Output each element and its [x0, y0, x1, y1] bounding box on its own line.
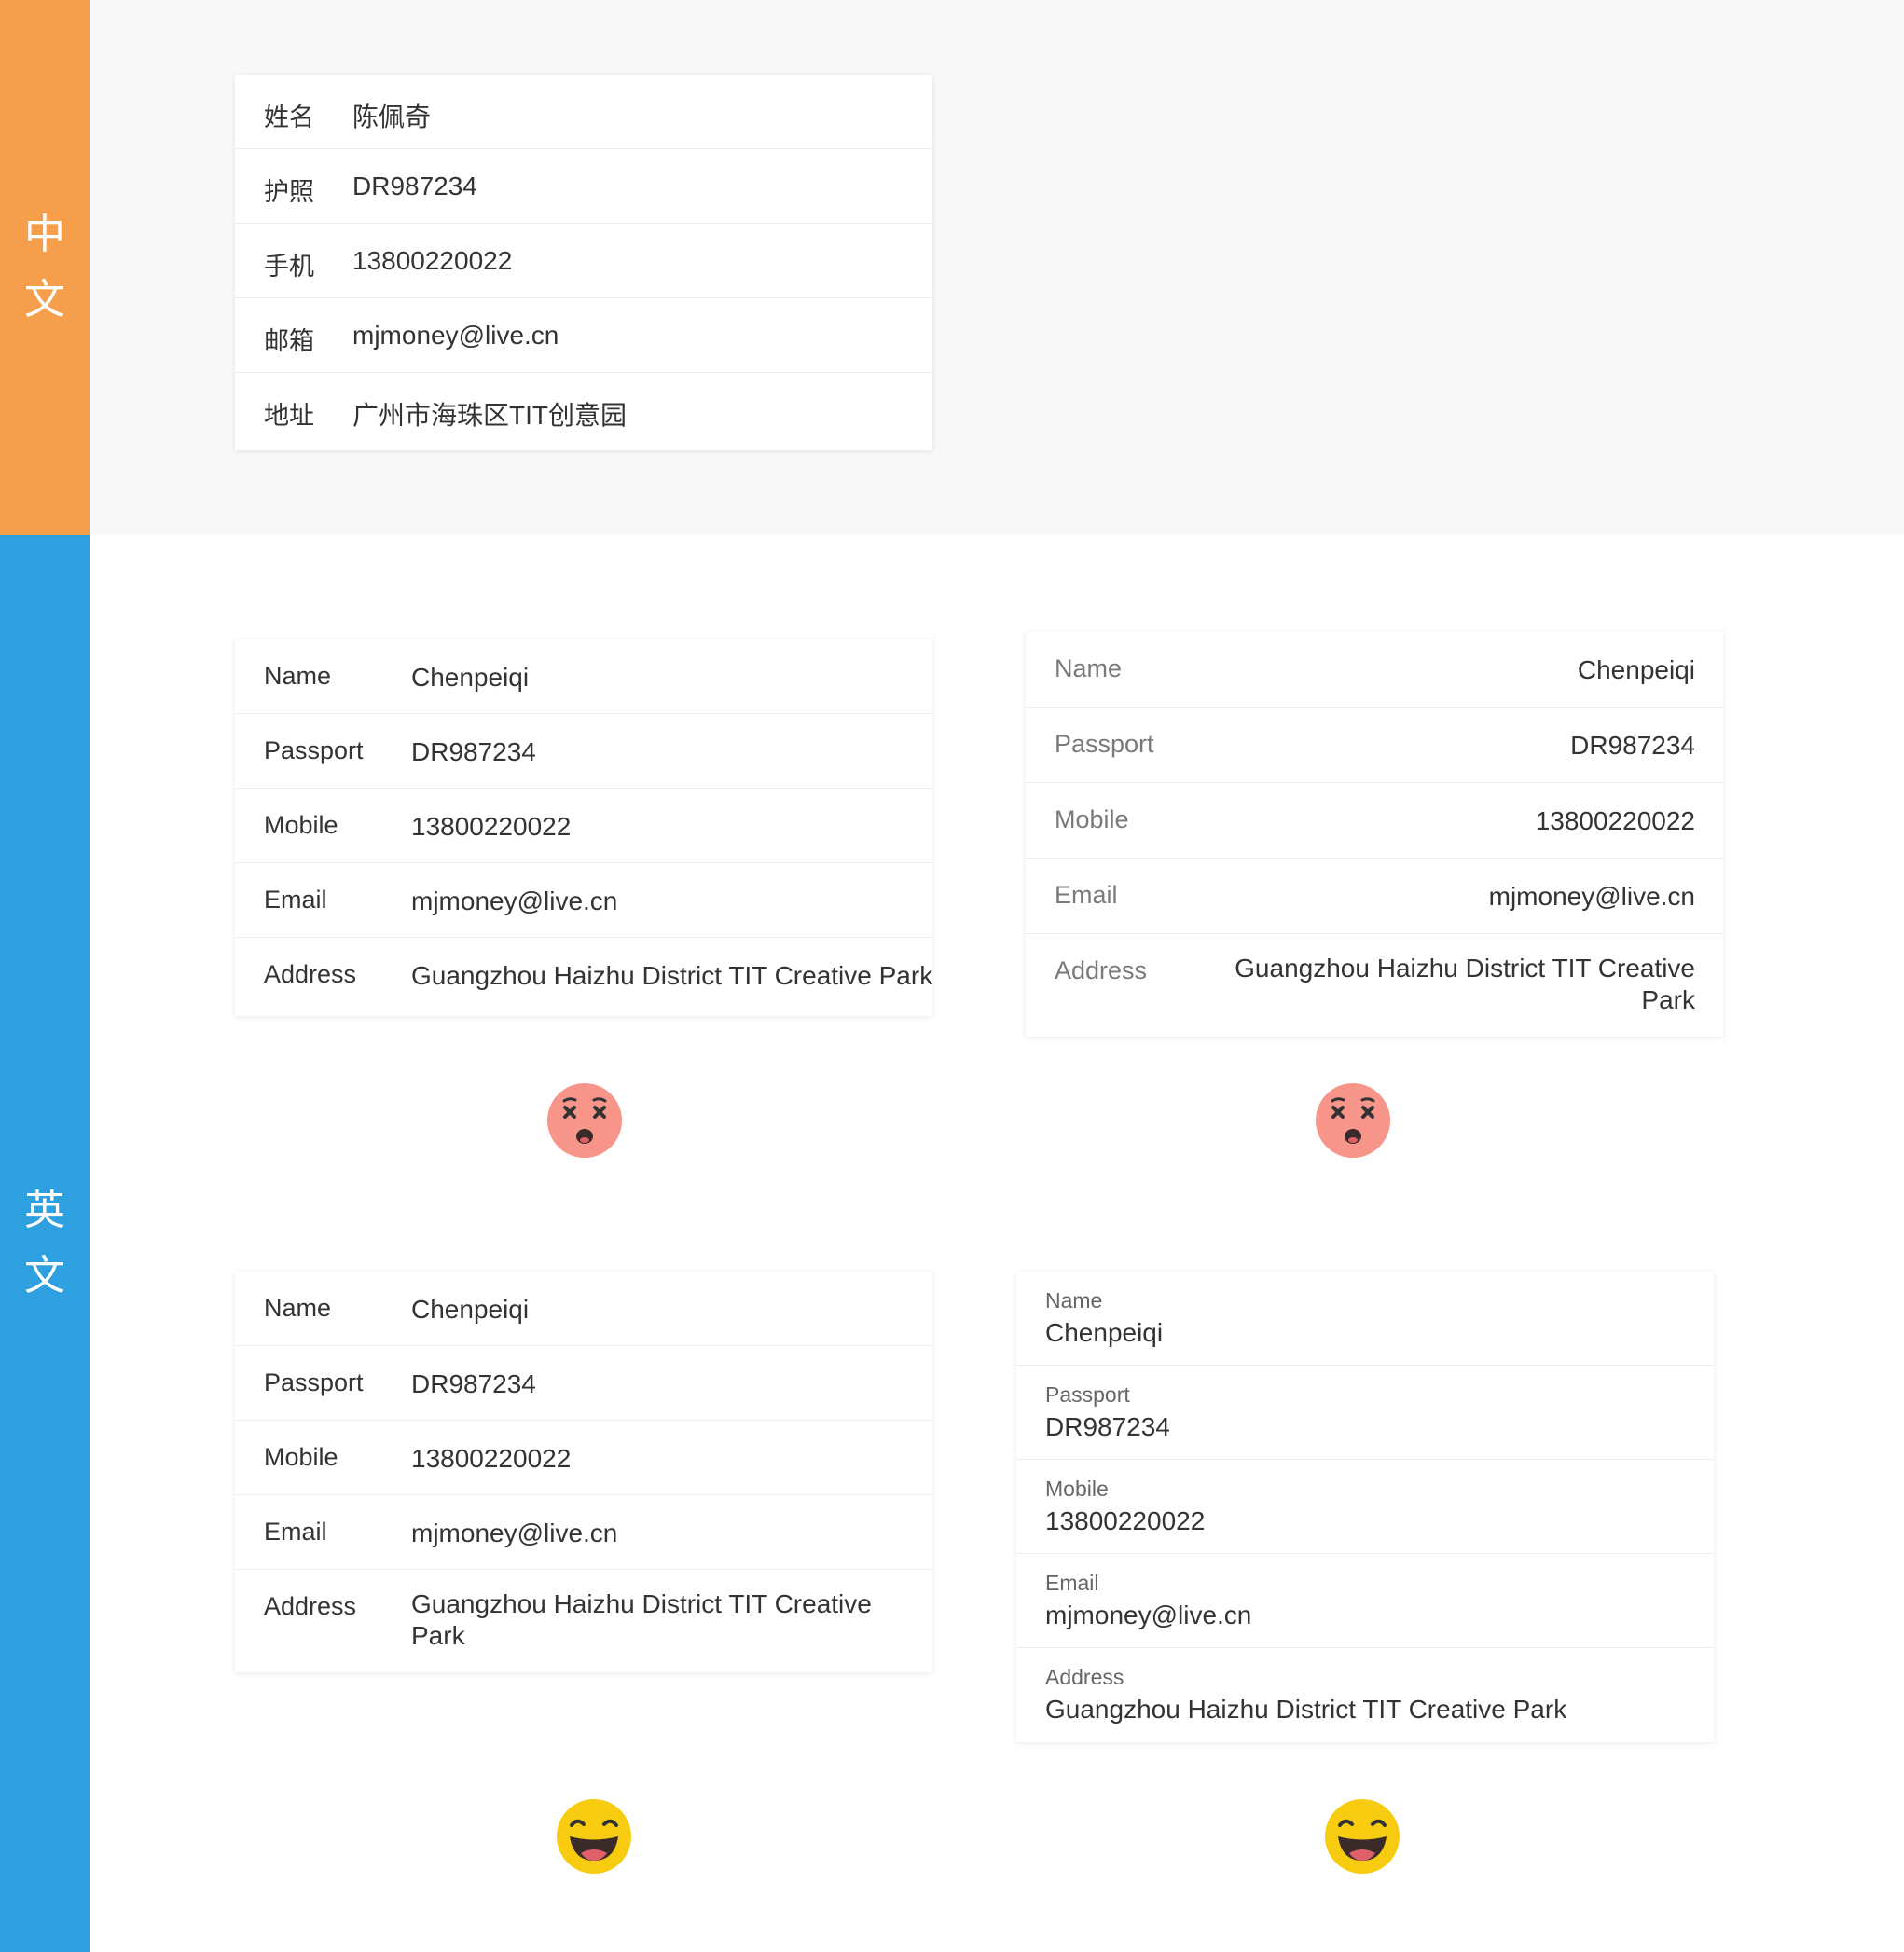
row-label: Passport — [1055, 730, 1154, 758]
row-label: Mobile — [264, 1443, 338, 1471]
row-label: Name — [264, 662, 332, 690]
row-value: 13800220022 — [411, 1444, 572, 1473]
row-value: 13800220022 — [411, 812, 572, 841]
row-label: 护照 — [264, 178, 314, 206]
info-row-email: Email mjmoney@live.cn — [235, 863, 932, 938]
row-value: DR987234 — [411, 1369, 536, 1398]
row-label: Email — [1055, 881, 1118, 909]
info-row-name: 姓名 陈佩奇 — [235, 75, 932, 149]
row-label: Address — [264, 960, 357, 988]
row-label: Email — [264, 886, 327, 914]
row-value: 陈佩奇 — [352, 103, 432, 131]
english-sidebar: 英文 — [0, 535, 90, 1952]
grinning-face-icon — [1325, 1799, 1400, 1874]
row-value: DR987234 — [1045, 1412, 1170, 1441]
row-label: Passport — [1045, 1382, 1130, 1407]
info-row-name: Name Chenpeiqi — [1026, 632, 1723, 708]
emoji-face — [547, 1083, 622, 1158]
row-value: 13800220022 — [352, 246, 513, 275]
info-row-email: Email mjmoney@live.cn — [1016, 1554, 1714, 1648]
info-row-passport: Passport DR987234 — [1026, 708, 1723, 783]
info-row-address: Address Guangzhou Haizhu District TIT Cr… — [235, 938, 932, 1012]
row-label: Name — [1055, 654, 1123, 682]
english-card-stacked: Name Chenpeiqi Passport DR987234 Mobile … — [1016, 1272, 1714, 1742]
row-value: Guangzhou Haizhu District TIT Creative P… — [411, 1589, 872, 1650]
row-value: DR987234 — [352, 172, 477, 200]
row-value: Chenpeiqi — [1577, 655, 1695, 684]
info-row-address: Address Guangzhou Haizhu District TIT Cr… — [1026, 934, 1723, 1037]
grinning-face-icon — [557, 1799, 631, 1874]
info-row-email: 邮箱 mjmoney@live.cn — [235, 298, 932, 373]
row-label: Address — [1055, 956, 1148, 984]
row-label: Name — [1045, 1288, 1103, 1313]
chinese-sidebar: 中文 — [0, 0, 90, 535]
english-section: 英文 Name Chenpeiqi Passport DR987234 Mobi… — [0, 535, 1904, 1952]
row-label: Address — [1045, 1665, 1124, 1689]
info-row-name: Name Chenpeiqi — [235, 1272, 932, 1346]
info-row-passport: Passport DR987234 — [1016, 1366, 1714, 1460]
row-value: Guangzhou Haizhu District TIT Creative P… — [411, 961, 932, 990]
row-value: mjmoney@live.cn — [352, 321, 559, 350]
emoji-face — [1325, 1799, 1400, 1874]
english-section-label: 英文 — [24, 1187, 65, 1299]
dizzy-face-icon — [547, 1083, 622, 1158]
info-row-passport: 护照 DR987234 — [235, 149, 932, 224]
dizzy-face-icon — [1316, 1083, 1390, 1158]
row-label: Email — [264, 1518, 327, 1546]
info-row-mobile: Mobile 13800220022 — [1026, 783, 1723, 859]
info-row-email: Email mjmoney@live.cn — [1026, 859, 1723, 934]
info-row-passport: Passport DR987234 — [235, 714, 932, 789]
chinese-info-card: 姓名 陈佩奇 护照 DR987234 手机 13800220022 邮箱 mjm… — [235, 75, 932, 450]
row-value: 广州市海珠区TIT创意园 — [352, 401, 627, 430]
row-label: Mobile — [1055, 805, 1129, 833]
row-value: Chenpeiqi — [1045, 1318, 1164, 1347]
emoji-face — [1316, 1083, 1390, 1158]
info-row-name: Name Chenpeiqi — [1016, 1272, 1714, 1366]
row-label: 地址 — [264, 402, 314, 430]
row-value: Guangzhou Haizhu District TIT Creative P… — [1045, 1695, 1567, 1724]
row-value: mjmoney@live.cn — [1488, 882, 1695, 911]
row-value: Chenpeiqi — [411, 1295, 530, 1324]
info-row-name: Name Chenpeiqi — [235, 639, 932, 714]
row-value: 13800220022 — [1045, 1506, 1206, 1535]
info-row-address: Address Guangzhou Haizhu District TIT Cr… — [1016, 1648, 1714, 1742]
info-row-passport: Passport DR987234 — [235, 1346, 932, 1421]
row-label: Passport — [264, 1368, 364, 1396]
row-value: DR987234 — [1570, 731, 1695, 760]
info-row-email: Email mjmoney@live.cn — [235, 1495, 932, 1570]
row-value: mjmoney@live.cn — [411, 1519, 618, 1547]
row-label: Name — [264, 1294, 332, 1322]
info-row-mobile: Mobile 13800220022 — [235, 1421, 932, 1495]
row-label: Passport — [264, 736, 364, 764]
row-value: Chenpeiqi — [411, 663, 530, 692]
row-label: Mobile — [264, 811, 338, 839]
row-label: 姓名 — [264, 103, 314, 131]
row-label: Mobile — [1045, 1477, 1109, 1501]
chinese-section-label: 中文 — [24, 211, 65, 323]
row-label: 手机 — [264, 253, 314, 281]
row-value: DR987234 — [411, 737, 536, 766]
english-card-wrapped: Name Chenpeiqi Passport DR987234 Mobile … — [235, 1272, 932, 1672]
emoji-face — [557, 1799, 631, 1874]
row-label: Email — [1045, 1571, 1099, 1595]
english-card-overflow: Name Chenpeiqi Passport DR987234 Mobile … — [235, 639, 932, 1016]
info-row-address: Address Guangzhou Haizhu District TIT Cr… — [235, 1570, 932, 1672]
row-value: 13800220022 — [1535, 806, 1695, 835]
chinese-section: 中文 姓名 陈佩奇 护照 DR987234 手机 13800220022 邮箱 … — [0, 0, 1904, 535]
info-row-mobile: 手机 13800220022 — [235, 224, 932, 298]
info-row-address: 地址 广州市海珠区TIT创意园 — [235, 373, 932, 447]
english-card-right-aligned: Name Chenpeiqi Passport DR987234 Mobile … — [1026, 632, 1723, 1037]
row-value: Guangzhou Haizhu District TIT Creative P… — [1235, 954, 1695, 1014]
row-value: mjmoney@live.cn — [1045, 1601, 1252, 1629]
info-row-mobile: Mobile 13800220022 — [1016, 1460, 1714, 1554]
row-label: 邮箱 — [264, 327, 314, 355]
row-value: mjmoney@live.cn — [411, 887, 618, 915]
row-label: Address — [264, 1592, 357, 1620]
info-row-mobile: Mobile 13800220022 — [235, 789, 932, 863]
